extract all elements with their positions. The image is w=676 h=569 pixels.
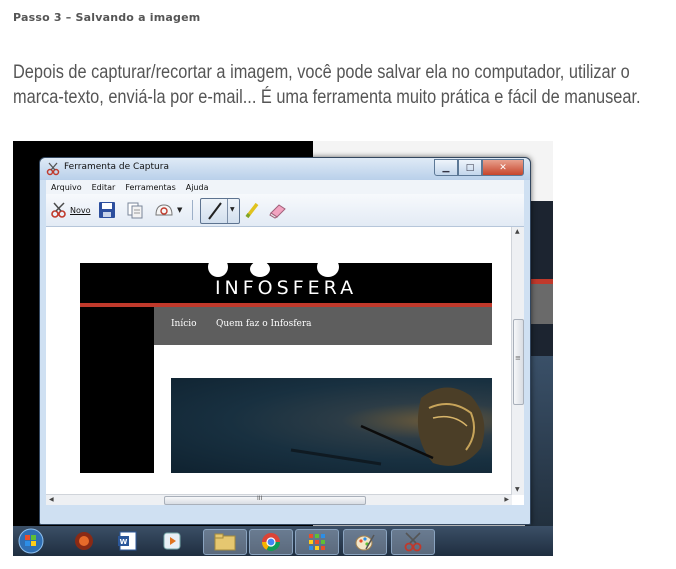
eraser-icon[interactable] [268, 201, 288, 219]
taskbar-app-player[interactable] [151, 529, 193, 553]
pen-tool-button[interactable]: ▼ [200, 198, 240, 224]
svg-text:W: W [120, 538, 128, 546]
send-snip-icon[interactable] [154, 201, 174, 219]
apps-grid-icon [309, 534, 325, 550]
highlighter-icon[interactable] [244, 201, 260, 219]
horizontal-scrollbar[interactable]: ◀ III ▶ [46, 494, 512, 505]
description-line-1: Depois de capturar/recortar a imagem, vo… [13, 62, 630, 83]
scroll-down-icon[interactable]: ▼ [515, 486, 520, 493]
word-icon: W [118, 531, 137, 551]
chevron-down-icon[interactable]: ▼ [230, 206, 235, 213]
menu-ferramentas[interactable]: Ferramentas [120, 183, 180, 192]
scroll-grip-icon: III [257, 495, 263, 502]
toolbar: Novo ▼ ▼ [46, 194, 524, 227]
step-title: Passo 3 – Salvando a imagem [13, 11, 201, 24]
paint-icon [355, 534, 375, 551]
vertical-scroll-thumb[interactable]: ≡ [513, 319, 524, 405]
banner-artwork [290, 387, 485, 466]
scroll-right-icon[interactable]: ▶ [504, 496, 509, 503]
taskbar-app-1[interactable] [63, 529, 105, 553]
article-description: Depois de capturar/recortar a imagem, vo… [13, 60, 667, 110]
snipping-tool-window: Ferramenta de Captura ▁ □ ✕ Arquivo Edit… [39, 157, 531, 525]
screenshot-image: Ferramenta de Captura ▁ □ ✕ Arquivo Edit… [13, 141, 553, 556]
snip-canvas[interactable]: INFOSFERA Início Quem faz o Infosfera ▲ [46, 227, 524, 505]
taskbar-app-grid[interactable] [295, 529, 339, 555]
logo-graphic [208, 263, 339, 277]
copy-icon[interactable] [126, 201, 144, 219]
folder-icon [214, 533, 236, 551]
new-snip-button[interactable]: Novo [50, 201, 91, 219]
site-banner-image [171, 378, 492, 473]
taskbar-app-word[interactable]: W [107, 529, 149, 553]
scissors-icon [404, 532, 422, 552]
toolbar-separator [192, 200, 193, 220]
menu-bar: Arquivo Editar Ferramentas Ajuda [46, 180, 524, 194]
nav-link-quem-faz[interactable]: Quem faz o Infosfera [216, 319, 312, 329]
save-icon[interactable] [98, 201, 116, 219]
chrome-icon [262, 533, 280, 552]
scissors-icon [46, 162, 60, 176]
chevron-down-icon[interactable]: ▼ [177, 201, 182, 219]
maximize-button[interactable]: □ [458, 159, 482, 176]
description-line-2: marca-texto, enviá-la por e-mail... É um… [13, 87, 641, 108]
pen-icon [208, 202, 222, 220]
pen-split-divider [227, 199, 228, 223]
horizontal-scroll-thumb[interactable]: III [164, 495, 366, 505]
new-snip-label: Novo [70, 205, 91, 215]
scroll-up-icon[interactable]: ▲ [515, 228, 520, 235]
start-button-icon[interactable] [17, 528, 45, 554]
taskbar-app-snipping-tool[interactable] [391, 529, 435, 555]
menu-ajuda[interactable]: Ajuda [181, 183, 214, 192]
nav-link-inicio[interactable]: Início [171, 319, 197, 329]
scroll-left-icon[interactable]: ◀ [49, 496, 54, 503]
windows-taskbar: W [13, 526, 553, 556]
menu-editar[interactable]: Editar [87, 183, 121, 192]
scissors-icon [51, 202, 66, 218]
minimize-button[interactable]: ▁ [434, 159, 458, 176]
site-logo: INFOSFERA [214, 277, 358, 299]
window-titlebar[interactable]: Ferramenta de Captura ▁ □ ✕ [40, 158, 530, 180]
media-app-icon [75, 532, 93, 550]
site-sidebar [80, 307, 154, 473]
window-title: Ferramenta de Captura [64, 162, 169, 172]
menu-arquivo[interactable]: Arquivo [46, 183, 87, 192]
site-header: INFOSFERA [80, 263, 492, 303]
vertical-scrollbar[interactable]: ▲ ≡ ▼ [511, 227, 524, 495]
taskbar-app-explorer[interactable] [203, 529, 247, 555]
scroll-grip-icon: ≡ [515, 354, 521, 362]
play-icon [163, 532, 181, 550]
close-button[interactable]: ✕ [482, 159, 524, 176]
window-controls: ▁ □ ✕ [434, 159, 524, 176]
taskbar-app-paint[interactable] [343, 529, 387, 555]
site-nav: Início Quem faz o Infosfera [154, 307, 492, 345]
taskbar-app-chrome[interactable] [249, 529, 293, 555]
